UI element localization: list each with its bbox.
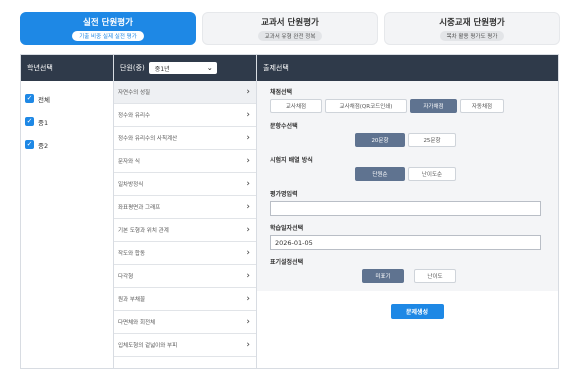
count-20-button[interactable]: 20문항 <box>355 133 405 147</box>
arrange-by-unit-button[interactable]: 단원순 <box>355 167 405 181</box>
chevron-right-icon: › <box>246 271 250 281</box>
arrangement-label: 시험지 배열 방식 <box>270 157 313 164</box>
unit-header: 단원(중) 중1년 ⌄ <box>114 55 256 81</box>
count-25-button[interactable]: 25문항 <box>408 133 456 147</box>
unit-list-item[interactable]: 기본 도형과 위치 관계 › <box>114 219 256 242</box>
checkbox-checked-icon: ✓ <box>25 140 34 149</box>
study-date-input[interactable]: 2026-01-05 <box>270 235 541 250</box>
chevron-right-icon: › <box>246 179 250 189</box>
grade-label: 중2 <box>38 141 49 150</box>
grade-header: 학년선택 <box>21 55 113 81</box>
evaluation-tabs: 실전 단원평가 기출 비중 실제 실전 평가 교과서 단원평가 교과서 유형 완… <box>20 12 560 45</box>
tab-textbook-unit-eval[interactable]: 교과서 단원평가 교과서 유형 완전 정복 <box>202 12 378 45</box>
chevron-right-icon: › <box>246 294 250 304</box>
study-date-label: 학습일자선택 <box>270 225 304 232</box>
display-setting-label: 표기설정선택 <box>270 259 304 266</box>
checkbox-checked-icon: ✓ <box>25 117 34 126</box>
main-panel: 학년선택 ✓ 전체 ✓ 중1 ✓ 중2 단원(중) 중1년 ⌄ 자연수의 성질 ›… <box>20 54 559 369</box>
question-count-label: 문항수선택 <box>270 123 298 130</box>
unit-list-item[interactable]: 정수와 유리수 › <box>114 104 256 127</box>
chevron-right-icon: › <box>246 110 250 120</box>
grade-label: 전체 <box>38 95 50 104</box>
unit-list-item[interactable]: 다각형 › <box>114 265 256 288</box>
tab-subtitle: 목차 활용 평가도 평가 <box>439 31 505 41</box>
unit-list-item[interactable]: 정수와 유리수의 사칙계산 › <box>114 127 256 150</box>
generate-questions-button[interactable]: 문제생성 <box>390 303 444 319</box>
unit-list-item[interactable]: 좌표평면과 그래프 › <box>114 196 256 219</box>
select-value: 중1년 <box>154 65 170 73</box>
submit-area: 문제생성 <box>257 291 558 331</box>
unit-column: 단원(중) 중1년 ⌄ 자연수의 성질 › 정수와 유리수 › 정수와 유리수의 사… <box>114 55 257 368</box>
tab-title: 시중교재 단원평가 <box>439 18 505 28</box>
tab-title: 실전 단원평가 <box>83 18 133 28</box>
tab-subtitle: 기출 비중 실제 실전 평가 <box>72 31 144 41</box>
tab-title: 교과서 단원평가 <box>261 18 319 28</box>
options-form: 채점선택 교사채점 교사채점(QR코드인쇄) 자가채점 자동채점 문항수선택 2… <box>257 81 558 291</box>
chevron-right-icon: › <box>246 340 250 350</box>
grade-year-select[interactable]: 중1년 ⌄ <box>148 62 217 74</box>
chevron-right-icon: › <box>246 202 250 212</box>
checkbox-checked-icon: ✓ <box>25 94 34 103</box>
chevron-right-icon: › <box>246 133 250 143</box>
arrange-by-difficulty-button[interactable]: 난이도순 <box>408 167 456 181</box>
grade-checkbox-all[interactable]: ✓ 전체 <box>21 93 113 104</box>
display-setting-group: 미표기 난이도 <box>270 269 558 283</box>
grade-column: 학년선택 ✓ 전체 ✓ 중1 ✓ 중2 <box>21 55 114 368</box>
unit-list-item[interactable]: 일차방정식 › <box>114 173 256 196</box>
eval-name-label: 평가명입력 <box>270 191 298 198</box>
arrangement-group: 단원순 난이도순 <box>270 167 558 181</box>
tab-subtitle: 교과서 유형 완전 정복 <box>257 31 323 41</box>
unit-list-item[interactable]: 작도와 합동 › <box>114 242 256 265</box>
grade-checkbox-m2[interactable]: ✓ 중2 <box>21 139 113 150</box>
chevron-right-icon: › <box>246 87 250 97</box>
chevron-down-icon: ⌄ <box>206 64 213 72</box>
chevron-right-icon: › <box>246 248 250 258</box>
chevron-right-icon: › <box>246 225 250 235</box>
grade-checkbox-m1[interactable]: ✓ 중1 <box>21 116 113 127</box>
chevron-right-icon: › <box>246 156 250 166</box>
unit-list-item[interactable]: 원과 부채꼴 › <box>114 288 256 311</box>
unit-header-label: 단원(중) <box>120 64 145 72</box>
display-hidden-button[interactable]: 미표기 <box>362 269 404 283</box>
grade-label: 중1 <box>38 118 49 127</box>
unit-list-item[interactable]: 입체도형의 겉넓이와 부피 › <box>114 334 256 357</box>
options-column: 출제선택 채점선택 교사채점 교사채점(QR코드인쇄) 자가채점 자동채점 문항… <box>257 55 558 368</box>
chevron-right-icon: › <box>246 317 250 327</box>
eval-name-input[interactable] <box>270 201 541 216</box>
unit-list-item[interactable]: 문자와 식 › <box>114 150 256 173</box>
display-difficulty-button[interactable]: 난이도 <box>414 269 456 283</box>
scoring-teacher-button[interactable]: 교사채점 <box>270 99 322 113</box>
scoring-self-button[interactable]: 자가채점 <box>410 99 457 113</box>
scoring-type-label: 채점선택 <box>270 89 293 96</box>
scoring-type-group: 교사채점 교사채점(QR코드인쇄) 자가채점 자동채점 <box>270 99 558 113</box>
options-header: 출제선택 <box>257 55 558 81</box>
scoring-auto-button[interactable]: 자동채점 <box>460 99 504 113</box>
question-count-group: 20문항 25문항 <box>270 133 558 147</box>
scoring-teacher-qr-button[interactable]: 교사채점(QR코드인쇄) <box>325 99 407 113</box>
unit-list-item[interactable]: 다면체와 회전체 › <box>114 311 256 334</box>
tab-market-book-unit-eval[interactable]: 시중교재 단원평가 목차 활용 평가도 평가 <box>384 12 560 45</box>
unit-list-item[interactable]: 자연수의 성질 › <box>114 81 256 104</box>
tab-practical-unit-eval[interactable]: 실전 단원평가 기출 비중 실제 실전 평가 <box>20 12 196 45</box>
